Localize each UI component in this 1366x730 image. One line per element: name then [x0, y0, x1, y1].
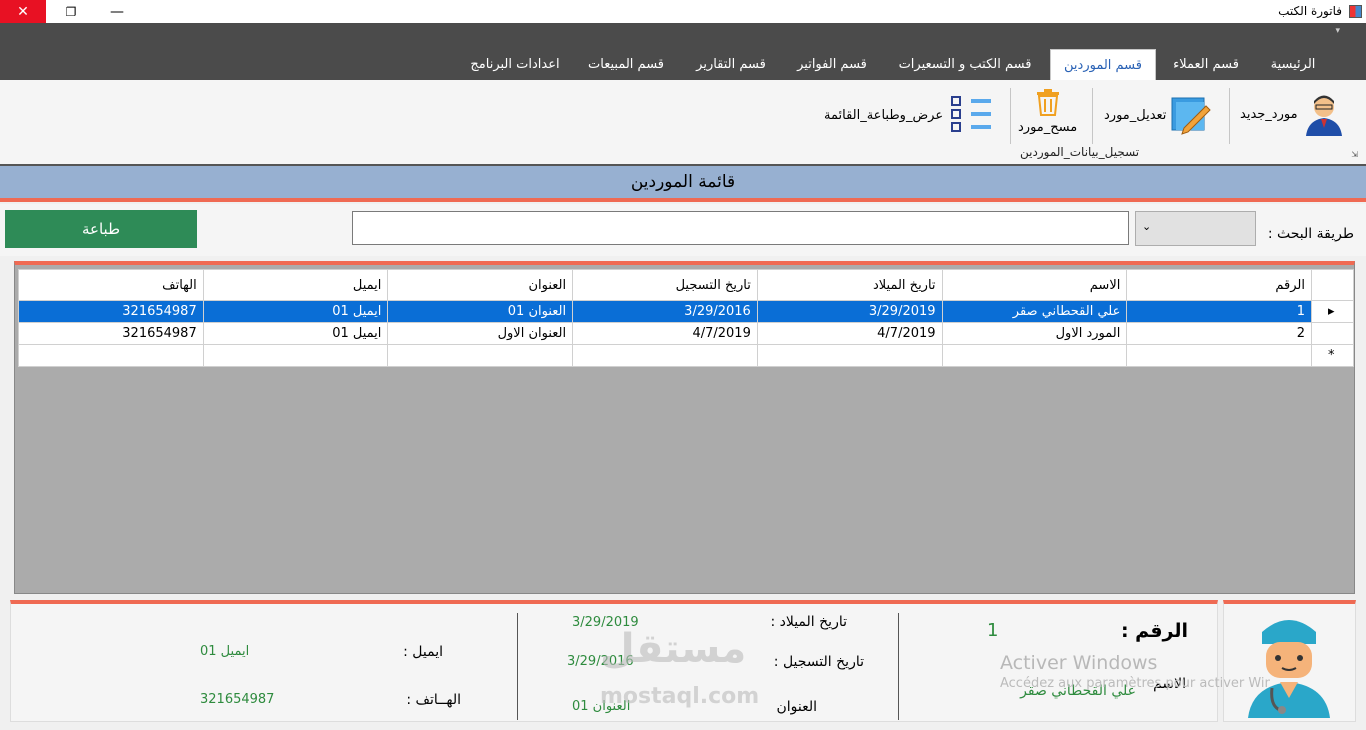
view-print-list-label: عرض_وطباعة_القائمة — [824, 107, 944, 123]
cell-birth-date[interactable]: 4/7/2019 — [756, 322, 943, 345]
activation-watermark-subtitle: Accédez aux paramètres pour activer Wind… — [1000, 676, 1270, 691]
app-icon — [1349, 5, 1362, 18]
edit-supplier-button[interactable]: تعديل_مورد — [1104, 94, 1212, 136]
cell-phone[interactable]: 321654987 — [18, 300, 204, 323]
table-header-row: الهاتف ايميل العنوان تاريخ التسجيل تاريخ… — [18, 269, 1355, 301]
tab-books-pricing[interactable]: قسم الكتب و التسعيرات — [890, 49, 1040, 80]
cell-name[interactable]: علي القحطاني صقر — [941, 300, 1128, 323]
ribbon-group-label: تسجيل_بيانات_الموردين — [1020, 145, 1140, 159]
details-divider — [517, 613, 518, 720]
quick-access-dropdown-icon[interactable]: ▾ — [1335, 26, 1340, 36]
ribbon-separator — [1229, 88, 1230, 144]
close-button[interactable]: ✕ — [0, 0, 46, 23]
new-supplier-label: مورد_جديد — [1240, 106, 1298, 122]
column-header-name[interactable]: الاسم — [941, 269, 1128, 301]
detail-email-value: ايميل 01 — [200, 644, 250, 659]
minimize-button[interactable]: — — [94, 0, 140, 23]
column-header-id[interactable]: الرقم — [1126, 269, 1312, 301]
new-supplier-button[interactable]: مورد_جديد — [1240, 92, 1344, 136]
detail-birth-label: تاريخ الميلاد : — [770, 614, 847, 630]
table-row[interactable]: 321654987 ايميل 01 العنوان الاول 4/7/201… — [18, 322, 1355, 345]
tab-home[interactable]: الرئيسية — [1258, 49, 1328, 80]
new-row-marker-icon[interactable]: * — [1310, 344, 1355, 367]
detail-email-label: ايميل : — [403, 644, 443, 660]
delete-supplier-button[interactable]: مسح_مورد — [1018, 88, 1077, 135]
search-input[interactable] — [352, 211, 1129, 245]
ribbon-panel: مورد_جديد تعديل_مورد مسح_مورد عرض_وطباعة… — [0, 80, 1366, 166]
cell-empty[interactable] — [756, 344, 943, 367]
ribbon-separator — [1092, 88, 1093, 144]
edit-pencil-icon — [1171, 97, 1212, 135]
print-button[interactable]: طباعة — [5, 210, 197, 248]
cell-empty[interactable] — [1126, 344, 1312, 367]
ribbon-tab-bar: ▾ الرئيسية قسم العملاء قسم الموردين قسم … — [0, 23, 1366, 80]
cell-reg-date[interactable]: 3/29/2016 — [572, 300, 758, 323]
tab-reports[interactable]: قسم التقارير — [686, 49, 776, 80]
cell-address[interactable]: العنوان 01 — [387, 300, 574, 323]
search-row: طباعة ⌄ طريقة البحث : — [0, 204, 1366, 256]
tab-settings[interactable]: اعدادات البرنامج — [460, 49, 570, 80]
cell-empty[interactable] — [387, 344, 574, 367]
row-header[interactable] — [1310, 322, 1355, 345]
tab-invoices[interactable]: قسم الفواتير — [786, 49, 878, 80]
chevron-down-icon: ⌄ — [1142, 220, 1152, 233]
doctor-avatar-icon — [1248, 620, 1330, 718]
search-method-select[interactable]: ⌄ — [1135, 211, 1256, 246]
maximize-button[interactable]: ❐ — [48, 0, 94, 23]
detail-id-value: 1 — [987, 620, 999, 641]
view-print-list-button[interactable]: عرض_وطباعة_القائمة — [824, 96, 993, 134]
supplier-photo-panel — [1223, 600, 1356, 722]
column-header-email[interactable]: ايميل — [202, 269, 389, 301]
detail-phone-label: الهــاتف : — [406, 692, 461, 708]
cell-birth-date[interactable]: 3/29/2019 — [756, 300, 943, 323]
table-new-row[interactable]: * — [18, 344, 1355, 367]
detail-address-label: العنوان — [776, 699, 817, 715]
cell-address[interactable]: العنوان الاول — [387, 322, 574, 345]
tab-sales[interactable]: قسم المبيعات — [576, 49, 676, 80]
page-title: قائمة الموردين — [630, 172, 736, 192]
cell-id[interactable]: 1 — [1126, 300, 1312, 323]
cell-phone[interactable]: 321654987 — [18, 322, 204, 345]
detail-reg-label: تاريخ التسجيل : — [773, 654, 864, 670]
suppliers-grid: الهاتف ايميل العنوان تاريخ التسجيل تاريخ… — [14, 261, 1355, 594]
mostaql-watermark-logo: مستقل — [600, 626, 747, 672]
search-method-label: طريقة البحث : — [1267, 226, 1354, 242]
cell-email[interactable]: ايميل 01 — [202, 322, 389, 345]
ribbon-separator — [1010, 88, 1011, 144]
current-row-marker-icon[interactable]: ▸ — [1310, 300, 1355, 323]
table-row[interactable]: 321654987 ايميل 01 العنوان 01 3/29/2016 … — [18, 300, 1355, 323]
row-header-corner — [1310, 269, 1355, 301]
cell-empty[interactable] — [572, 344, 758, 367]
delete-supplier-label: مسح_مورد — [1018, 120, 1078, 135]
details-divider — [898, 613, 899, 720]
mostaql-watermark-url: mostaql.com — [600, 684, 760, 709]
cell-empty[interactable] — [18, 344, 204, 367]
supplier-avatar-icon — [1305, 95, 1342, 136]
edit-supplier-label: تعديل_مورد — [1104, 107, 1167, 123]
suppliers-list-title: قائمة الموردين — [0, 166, 1366, 202]
column-header-phone[interactable]: الهاتف — [18, 269, 204, 301]
tab-suppliers[interactable]: قسم الموردين — [1050, 49, 1156, 80]
window-title: فاتورة الكتب — [1278, 4, 1342, 18]
list-icon — [951, 96, 992, 132]
cell-reg-date[interactable]: 4/7/2019 — [572, 322, 758, 345]
cell-empty[interactable] — [202, 344, 389, 367]
window-titlebar: ✕ ❐ — فاتورة الكتب — [0, 0, 1366, 23]
column-header-reg-date[interactable]: تاريخ التسجيل — [572, 269, 758, 301]
activation-watermark: Activer Windows — [1000, 652, 1158, 674]
trash-icon — [1036, 89, 1059, 116]
cell-email[interactable]: ايميل 01 — [202, 300, 389, 323]
column-header-address[interactable]: العنوان — [387, 269, 574, 301]
dialog-launcher-icon[interactable]: ⇲ — [1351, 150, 1358, 159]
detail-id-label: الرقم : — [1120, 620, 1188, 642]
detail-phone-value: 321654987 — [200, 692, 275, 707]
column-header-birth-date[interactable]: تاريخ الميلاد — [756, 269, 943, 301]
cell-id[interactable]: 2 — [1126, 322, 1312, 345]
cell-name[interactable]: المورد الاول — [941, 322, 1128, 345]
tab-customers[interactable]: قسم العملاء — [1160, 49, 1252, 80]
cell-empty[interactable] — [941, 344, 1128, 367]
suppliers-table: الهاتف ايميل العنوان تاريخ التسجيل تاريخ… — [18, 269, 1355, 367]
